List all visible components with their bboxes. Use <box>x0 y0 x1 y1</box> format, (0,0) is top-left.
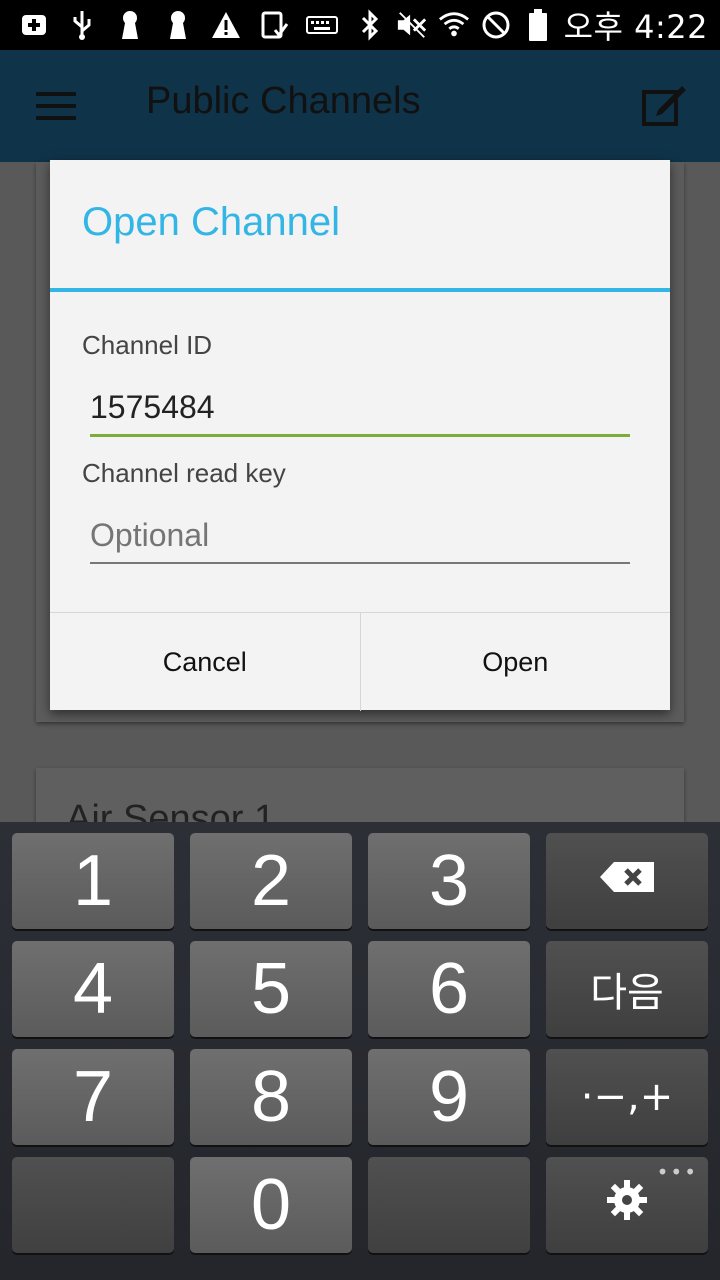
key-8[interactable]: 8 <box>190 1049 352 1145</box>
symbols-key[interactable]: ·−,+ <box>546 1049 708 1145</box>
read-key-label: Channel read key <box>82 458 286 488</box>
channel-id-underline <box>90 434 630 437</box>
clock: 오후 4:22 <box>563 8 708 46</box>
bluetooth-icon <box>354 9 386 41</box>
more-options-indicator: ••• <box>656 1160 698 1184</box>
key-9[interactable]: 9 <box>368 1049 530 1145</box>
key-5[interactable]: 5 <box>190 941 352 1037</box>
key-7[interactable]: 7 <box>12 1049 174 1145</box>
usb-icon <box>66 9 98 41</box>
open-channel-dialog: Open Channel Channel ID Channel read key… <box>50 160 670 711</box>
key-6[interactable]: 6 <box>368 941 530 1037</box>
warning-icon <box>210 9 242 41</box>
channel-id-input[interactable] <box>90 382 630 432</box>
key-4[interactable]: 4 <box>12 941 174 1037</box>
gear-icon <box>605 1178 649 1232</box>
battery-icon <box>522 9 554 41</box>
dialog-title-divider <box>50 288 670 292</box>
next-key[interactable]: 다음 <box>546 941 708 1037</box>
system-icons: 오후 4:22 <box>354 0 708 50</box>
backspace-icon <box>598 858 656 904</box>
open-button[interactable]: Open <box>359 613 671 711</box>
dialog-button-row: Cancel Open <box>50 612 670 711</box>
backspace-key[interactable] <box>546 833 708 929</box>
cancel-button[interactable]: Cancel <box>50 613 360 711</box>
channel-id-label: Channel ID <box>82 330 213 360</box>
keyhole-icon <box>162 9 194 41</box>
keyboard-icon <box>306 9 338 41</box>
blank-key <box>12 1157 174 1253</box>
hamburger-icon[interactable] <box>36 92 76 120</box>
mute-icon <box>396 9 428 41</box>
key-0[interactable]: 0 <box>190 1157 352 1253</box>
dialog-title: Open Channel <box>82 200 340 244</box>
screenshot-icon <box>258 9 290 41</box>
add-box-icon <box>18 9 50 41</box>
page-title: Public Channels <box>146 80 421 122</box>
status-bar: 오후 4:22 <box>0 0 720 50</box>
block-icon <box>480 9 512 41</box>
key-1[interactable]: 1 <box>12 833 174 929</box>
notification-icons <box>18 0 338 50</box>
app-bar-scrim: Public Channels <box>0 50 720 162</box>
keyhole-icon <box>114 9 146 41</box>
blank-key <box>368 1157 530 1253</box>
wifi-icon <box>438 9 470 41</box>
key-3[interactable]: 3 <box>368 833 530 929</box>
read-key-input[interactable] <box>90 510 630 560</box>
key-2[interactable]: 2 <box>190 833 352 929</box>
compose-icon[interactable] <box>640 80 690 130</box>
read-key-underline <box>90 562 630 564</box>
